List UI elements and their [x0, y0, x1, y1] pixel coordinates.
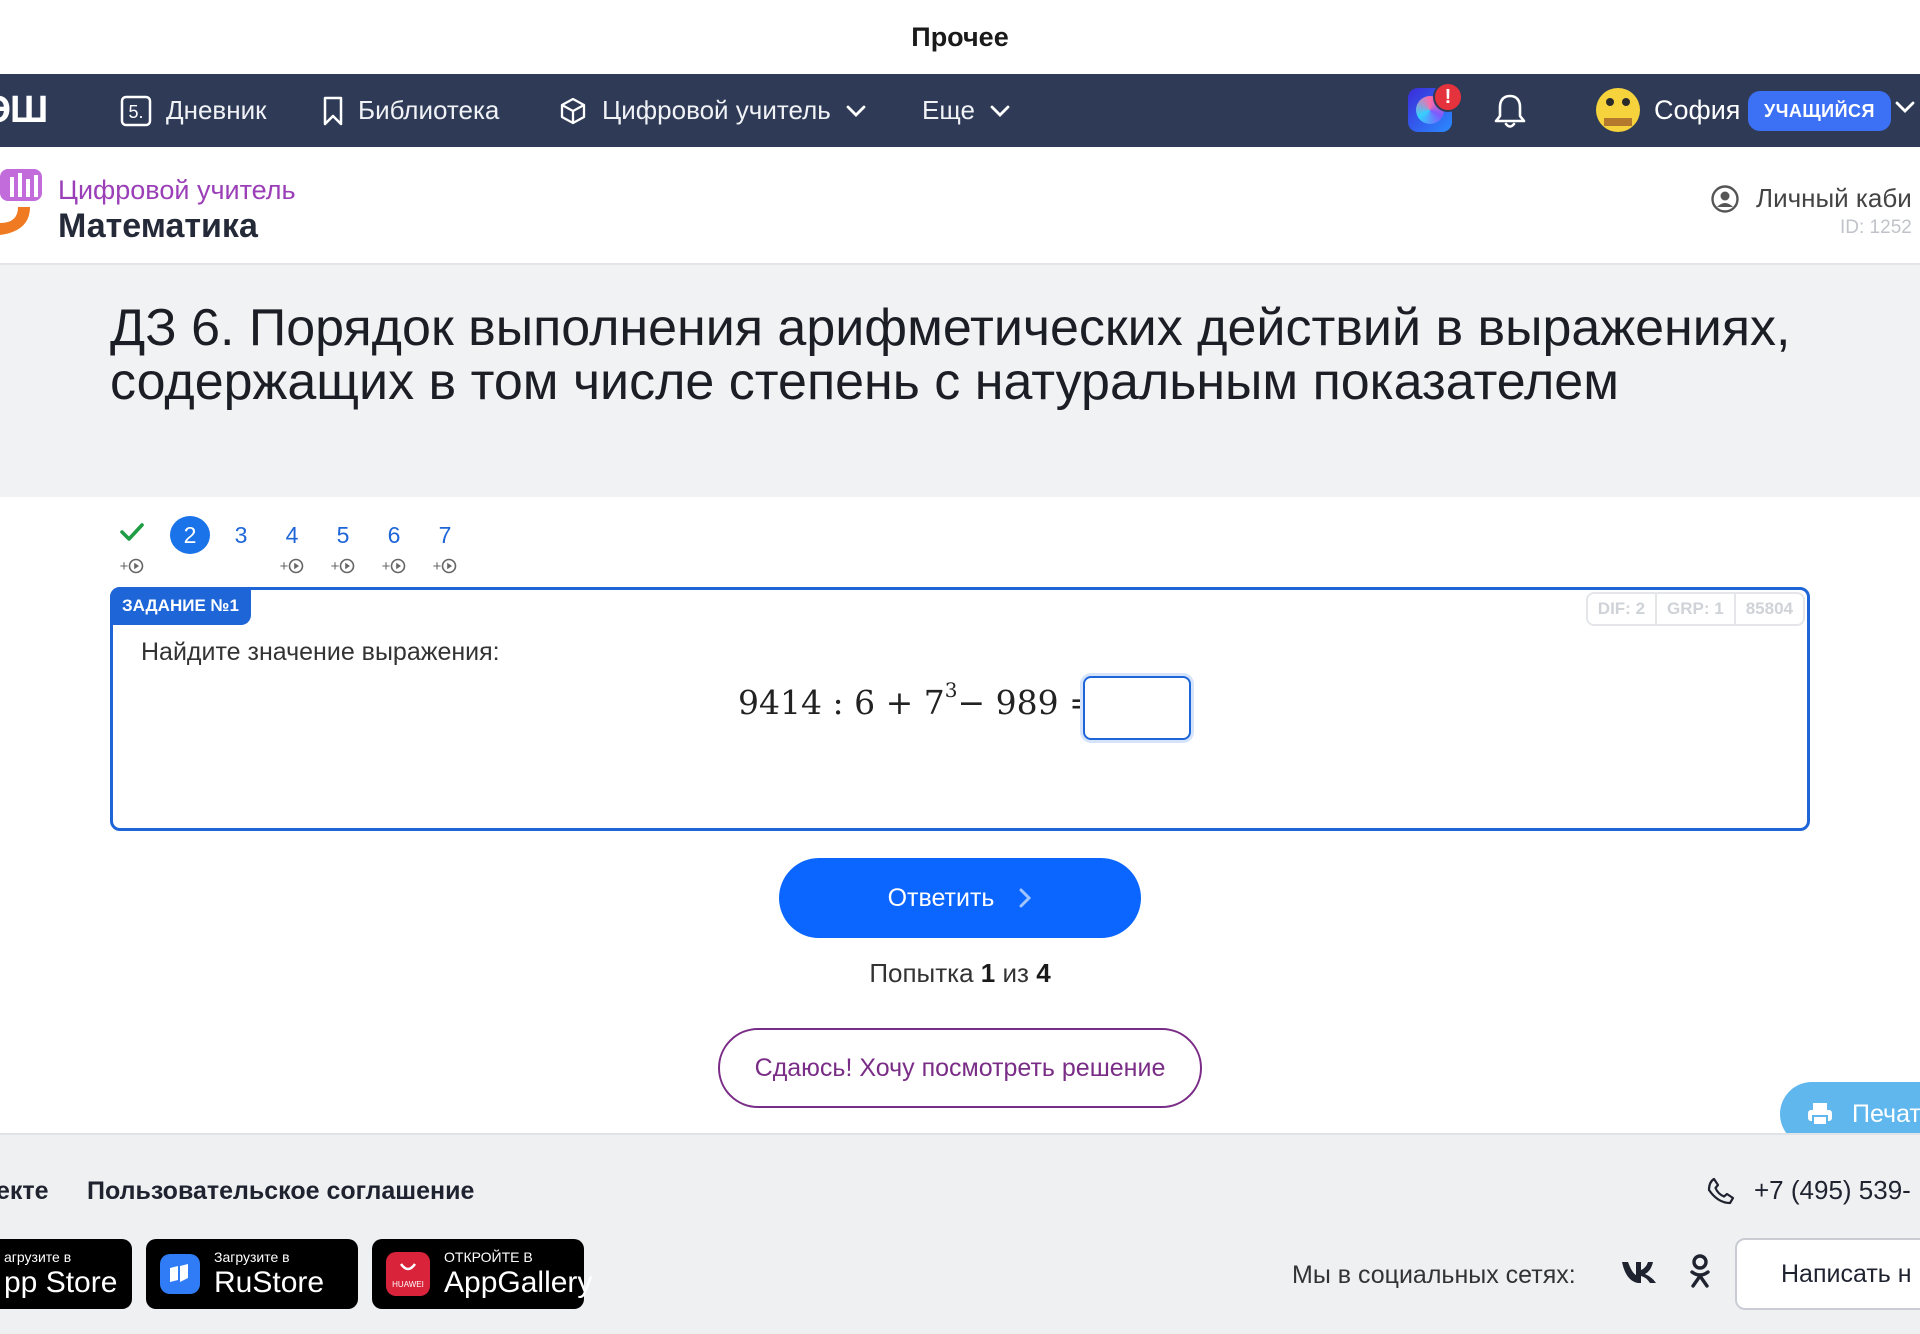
check-icon — [119, 521, 145, 549]
step-7[interactable]: 7 + — [423, 515, 467, 577]
social-label: Мы в социальных сетях: — [1292, 1261, 1576, 1289]
task-meta: DIF: 2 GRP: 1 85804 — [1585, 592, 1805, 626]
step-2[interactable]: 2 — [168, 515, 212, 555]
title-section: ДЗ 6. Порядок выполнения арифметических … — [0, 265, 1920, 497]
step-3[interactable]: 3 — [219, 515, 263, 555]
subject-name: Математика — [58, 207, 258, 245]
product-name[interactable]: Цифровой учитель — [58, 175, 296, 206]
bookmark-icon — [322, 95, 344, 127]
chevron-down-icon — [989, 104, 1011, 118]
expression-part: 9414 : 6 + 7 — [738, 682, 945, 722]
diary-icon: 5. — [120, 95, 152, 127]
svg-text:5.: 5. — [128, 102, 143, 122]
phone-icon — [1706, 1176, 1736, 1206]
task-group: GRP: 1 — [1655, 594, 1734, 624]
step-number: 3 — [234, 521, 248, 548]
appgallery-badge[interactable]: HUAWEI ОТКРОЙТЕ В AppGallery — [372, 1239, 592, 1309]
write-us-button[interactable]: Написать н — [1735, 1238, 1920, 1310]
nav-item-more[interactable]: Еще — [922, 74, 1011, 147]
play-circle-icon — [391, 558, 406, 574]
phone-number: +7 (495) 539- — [1754, 1175, 1911, 1205]
chevron-right-icon — [1018, 887, 1032, 909]
window-title: Прочее — [911, 21, 1009, 52]
cube-icon — [558, 96, 588, 126]
step-number: 7 — [438, 521, 452, 548]
chevron-down-icon — [845, 104, 867, 118]
attempt-counter: Попытка 1 из 4 — [869, 958, 1051, 988]
user-role-badge[interactable]: УЧАЩИЙСЯ — [1748, 91, 1891, 131]
step-number: 2 — [170, 516, 210, 554]
rustore-icon — [160, 1254, 200, 1294]
task-id: 85804 — [1733, 594, 1803, 624]
submit-label: Ответить — [887, 883, 995, 912]
print-label: Печат — [1852, 1099, 1920, 1128]
bell-icon[interactable] — [1492, 92, 1528, 135]
nav-item-label: Библиотека — [358, 95, 500, 125]
huawei-icon: HUAWEI — [386, 1252, 430, 1296]
answer-input[interactable] — [1083, 676, 1191, 740]
digital-teacher-logo-icon — [0, 167, 44, 237]
footer-phone[interactable]: +7 (495) 539- — [1706, 1175, 1911, 1206]
notification-badge: ! — [1433, 82, 1463, 112]
nav-item-label: Цифровой учитель — [602, 95, 831, 125]
step-number: 5 — [336, 521, 350, 548]
footer-link-agreement[interactable]: Пользовательское соглашение — [87, 1177, 474, 1206]
submit-answer-button[interactable]: Ответить — [779, 858, 1141, 938]
step-reward: + — [270, 555, 314, 577]
footer: екте Пользовательское соглашение +7 (495… — [0, 1133, 1920, 1334]
odnoklassniki-icon[interactable] — [1688, 1253, 1712, 1296]
task-label: ЗАДАНИЕ №1 — [110, 587, 251, 625]
user-circle-icon — [1710, 184, 1740, 214]
step-6[interactable]: 6 + — [372, 515, 416, 577]
user-id: ID: 1252 — [1840, 217, 1912, 238]
nav-item-diary[interactable]: 5. Дневник — [120, 74, 267, 147]
task-card: ЗАДАНИЕ №1 DIF: 2 GRP: 1 85804 Найдите з… — [110, 587, 1810, 831]
product-header: Цифровой учитель Математика Личный каби … — [0, 147, 1920, 265]
cabinet-label: Личный каби — [1756, 183, 1912, 213]
step-4[interactable]: 4 + — [270, 515, 314, 577]
exponent: 3 — [944, 678, 958, 702]
chevron-down-icon[interactable] — [1894, 100, 1916, 119]
brand-logo[interactable]: ЭШ — [0, 74, 48, 147]
rustore-badge[interactable]: Загрузите в RuStore — [146, 1239, 358, 1309]
step-1[interactable]: + — [110, 515, 154, 577]
top-navigation: ЭШ 5. Дневник Библиотека Цифровой учител… — [0, 74, 1920, 147]
step-reward: + — [110, 555, 154, 577]
expression-part: − 989 = — [957, 682, 1097, 722]
step-number: 6 — [387, 521, 401, 548]
play-circle-icon — [129, 558, 144, 574]
vk-icon[interactable] — [1620, 1259, 1660, 1290]
play-circle-icon — [289, 558, 304, 574]
task-difficulty: DIF: 2 — [1597, 599, 1646, 618]
task-question: Найдите значение выражения: — [141, 638, 500, 666]
nav-item-digital-teacher[interactable]: Цифровой учитель — [558, 74, 867, 147]
user-name[interactable]: София — [1654, 74, 1740, 147]
printer-icon — [1806, 1101, 1834, 1127]
nav-item-label: Дневник — [166, 95, 267, 125]
app-store-badge[interactable]: агрузите в pp Store — [0, 1239, 132, 1309]
window-title-bar: Прочее — [0, 0, 1920, 74]
step-reward: + — [321, 555, 365, 577]
page-title: ДЗ 6. Порядок выполнения арифметических … — [110, 299, 1791, 411]
step-reward: + — [372, 555, 416, 577]
personal-cabinet-link[interactable]: Личный каби — [1710, 183, 1912, 214]
svg-text:HUAWEI: HUAWEI — [392, 1280, 424, 1289]
avatar[interactable] — [1596, 88, 1640, 132]
step-number: 4 — [285, 521, 299, 548]
math-expression: 9414 : 6 + 73 − 989 = — [738, 670, 1097, 734]
play-circle-icon — [442, 558, 457, 574]
give-up-button[interactable]: Сдаюсь! Хочу посмотреть решение — [718, 1028, 1202, 1108]
nav-item-label: Еще — [922, 95, 975, 125]
nav-item-library[interactable]: Библиотека — [322, 74, 499, 147]
step-reward: + — [423, 555, 467, 577]
step-5[interactable]: 5 + — [321, 515, 365, 577]
footer-link-project[interactable]: екте — [0, 1177, 49, 1206]
play-circle-icon — [340, 558, 355, 574]
